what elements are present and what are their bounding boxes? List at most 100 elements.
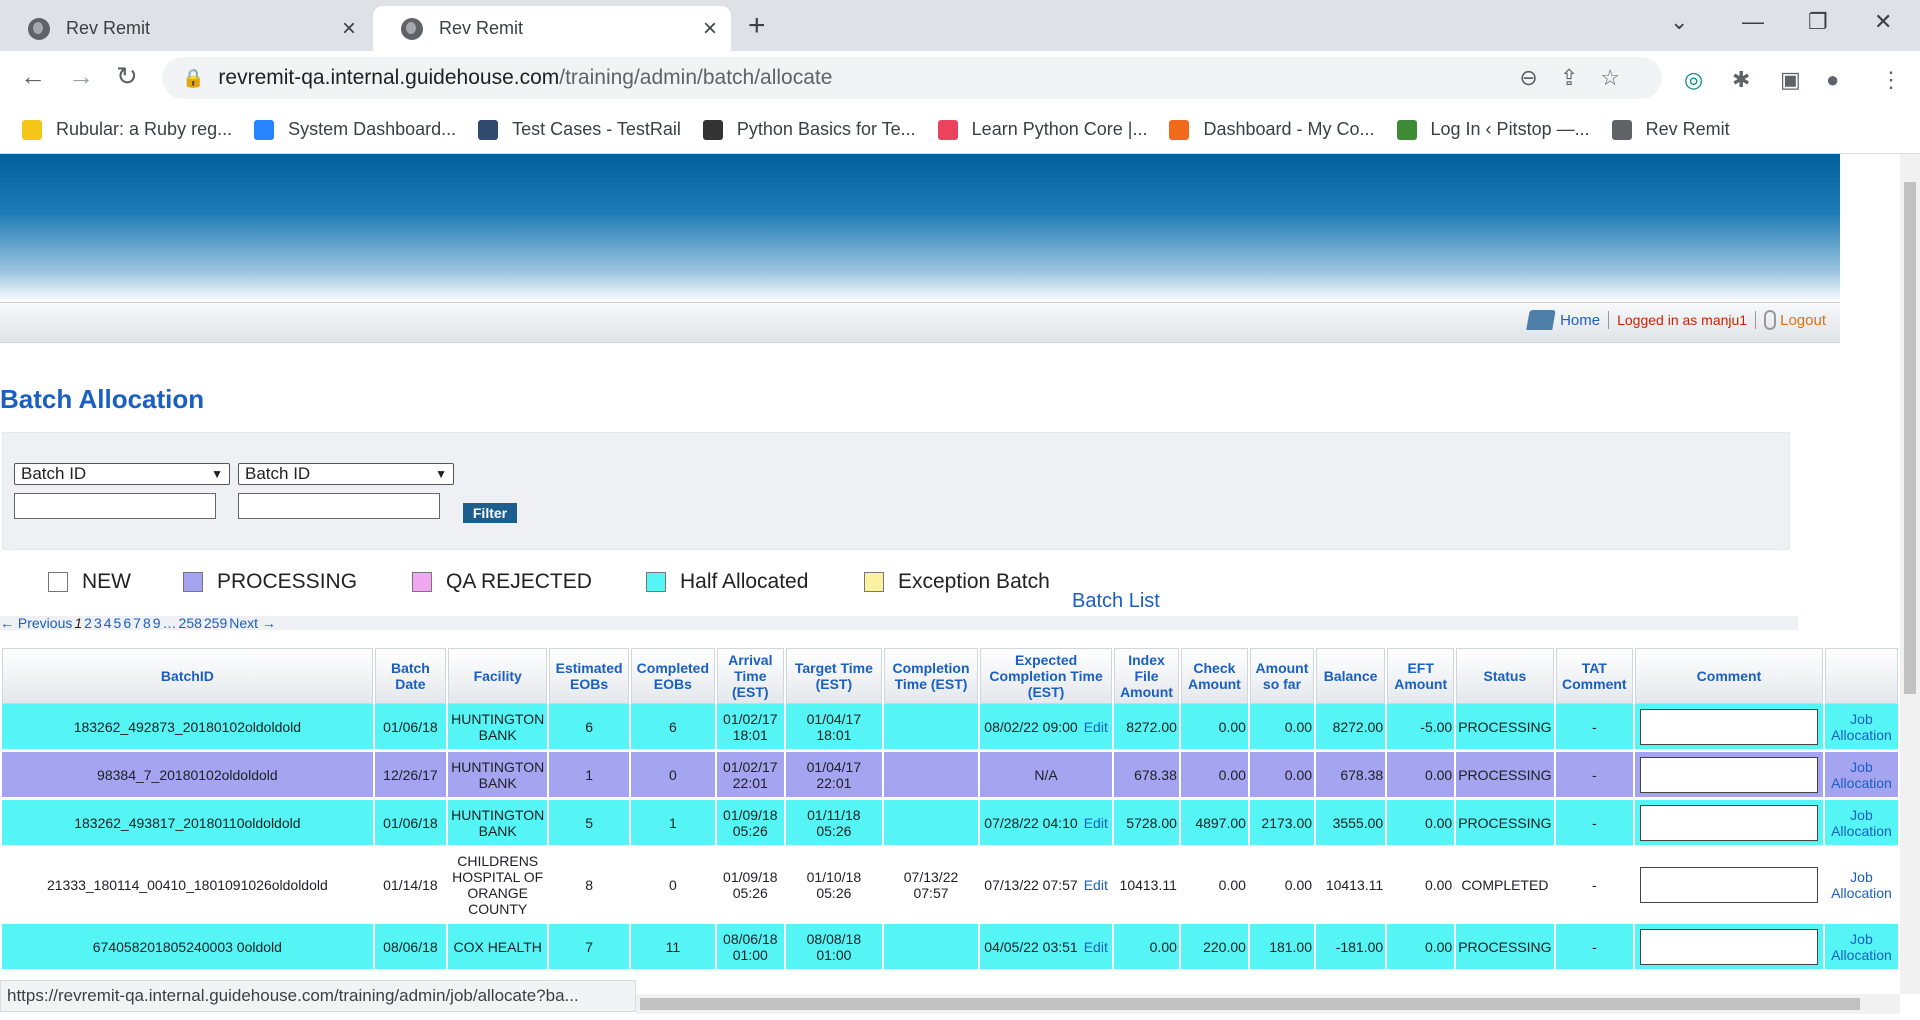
- globe-icon: [28, 17, 50, 40]
- bookmark-item[interactable]: Rubular: a Ruby reg...: [22, 119, 232, 140]
- job-allocation-link[interactable]: Job Allocation: [1824, 752, 1898, 800]
- page-link[interactable]: 3: [94, 615, 102, 631]
- browser-tab-bar: Rev Remit × Rev Remit × + ⌄ — ❐ ✕: [0, 0, 1920, 51]
- comment-cell: [1635, 924, 1823, 972]
- edit-link[interactable]: Edit: [1084, 815, 1108, 831]
- expected-time-value: 04/05/22 03:51: [984, 938, 1078, 955]
- eft-amount-cell: 0.00: [1387, 752, 1455, 800]
- page-title: Batch Allocation: [0, 384, 205, 414]
- status-bar-url: https://revremit-qa.internal.guidehouse.…: [0, 980, 636, 1012]
- job-allocation-link[interactable]: Job Allocation: [1824, 848, 1898, 924]
- minimize-icon[interactable]: —: [1742, 9, 1764, 35]
- table-row: 21333_180114_00410_1801091026oldoldold 01…: [2, 848, 1898, 924]
- page-link[interactable]: 8: [143, 615, 151, 631]
- bookmark-item[interactable]: Test Cases - TestRail: [478, 119, 681, 140]
- browser-tab[interactable]: Rev Remit ×: [0, 6, 370, 51]
- forward-icon[interactable]: →: [68, 61, 94, 92]
- comment-textarea[interactable]: [1639, 708, 1818, 745]
- bookmark-item[interactable]: Dashboard - My Co...: [1169, 119, 1375, 140]
- bookmark-item[interactable]: System Dashboard...: [254, 119, 456, 140]
- page-link[interactable]: 9: [153, 615, 161, 631]
- reload-icon[interactable]: ↻: [116, 61, 138, 92]
- next-link[interactable]: Next →: [229, 615, 276, 631]
- bookmark-item[interactable]: Rev Remit: [1611, 119, 1730, 140]
- edit-link[interactable]: Edit: [1084, 939, 1108, 955]
- horizontal-scrollbar[interactable]: [636, 994, 1900, 1014]
- page-link[interactable]: 4: [104, 615, 112, 631]
- completed-eobs-cell: 1: [630, 800, 715, 848]
- puzzle-icon[interactable]: ✱: [1732, 67, 1750, 93]
- bookmark-item[interactable]: Log In ‹ Pitstop —...: [1396, 119, 1590, 140]
- filter-input-2[interactable]: [238, 493, 440, 519]
- estimated-eobs-cell: 7: [549, 924, 629, 972]
- scroll-thumb[interactable]: [640, 998, 1860, 1010]
- check-amount-cell: 0.00: [1180, 704, 1248, 752]
- bookmark-icon: [22, 119, 42, 140]
- bookmark-label: Log In ‹ Pitstop —...: [1430, 119, 1590, 139]
- restore-icon[interactable]: ❐: [1808, 9, 1828, 35]
- tab-search-icon[interactable]: ⌄: [1670, 9, 1688, 35]
- nav-strip: Home Logged in as manju1 Logout: [0, 304, 1840, 343]
- back-icon[interactable]: ←: [20, 61, 46, 92]
- comment-textarea[interactable]: [1639, 928, 1818, 965]
- menu-icon[interactable]: ⋮: [1880, 67, 1902, 93]
- page-link[interactable]: 259: [204, 615, 227, 631]
- target-time-cell: 08/08/18 01:00: [785, 924, 883, 972]
- edit-link[interactable]: Edit: [1084, 719, 1108, 735]
- balance-cell: 3555.00: [1316, 800, 1386, 848]
- amount-so-far-cell: 0.00: [1249, 752, 1315, 800]
- extension-icon[interactable]: ◎: [1684, 67, 1703, 93]
- page-link[interactable]: 258: [179, 615, 202, 631]
- batch-table: BatchID Batch Date Facility Estimated EOBs C…: [0, 648, 1900, 972]
- filter-button[interactable]: Filter: [463, 503, 517, 523]
- comment-textarea[interactable]: [1639, 866, 1818, 903]
- filter-field-select-2[interactable]: Batch ID ▼: [238, 463, 454, 485]
- pagination: ← Previous 1 2 3 4 5 6 7 8 9… 258 259 Next →: [0, 616, 1798, 630]
- column-header: Arrival Time (EST): [716, 648, 784, 704]
- address-bar[interactable]: 🔒 revremit-qa.internal.guidehouse.com/tr…: [162, 57, 1662, 99]
- page-link[interactable]: 6: [123, 615, 131, 631]
- facility-cell: CHILDRENS HOSPITAL OF ORANGE COUNTY: [448, 848, 548, 924]
- profile-icon[interactable]: ●: [1826, 67, 1839, 93]
- vertical-scrollbar[interactable]: [1900, 154, 1920, 994]
- omnibox-actions[interactable]: ⊖⇪☆: [1519, 65, 1642, 91]
- batch-id-cell: 674058201805240003 0oldold: [2, 924, 373, 972]
- comment-textarea[interactable]: [1639, 804, 1818, 841]
- scroll-thumb[interactable]: [1904, 182, 1916, 694]
- close-tab-icon[interactable]: ×: [342, 15, 356, 43]
- comment-cell: [1635, 848, 1823, 924]
- job-allocation-link[interactable]: Job Allocation: [1824, 704, 1898, 752]
- filter-input-1[interactable]: [14, 493, 216, 519]
- page-link[interactable]: 5: [114, 615, 122, 631]
- bookmark-item[interactable]: Python Basics for Te...: [702, 119, 916, 140]
- comment-textarea[interactable]: [1639, 756, 1818, 793]
- legend-label: PROCESSING: [217, 570, 358, 593]
- side-panel-icon[interactable]: ▣: [1780, 67, 1801, 93]
- job-allocation-link[interactable]: Job Allocation: [1824, 924, 1898, 972]
- completion-time-cell: 07/13/22 07:57: [884, 848, 979, 924]
- batch-date-cell: 08/06/18: [374, 924, 447, 972]
- column-header: Completed EOBs: [630, 648, 715, 704]
- filter-field-select-1[interactable]: Batch ID ▼: [14, 463, 230, 485]
- previous-link[interactable]: ← Previous: [0, 615, 72, 631]
- page-link[interactable]: 7: [133, 615, 141, 631]
- bookmark-item[interactable]: Learn Python Core |...: [937, 119, 1147, 140]
- banner-divider: [0, 302, 1840, 303]
- new-tab-icon[interactable]: +: [748, 9, 766, 43]
- edit-link[interactable]: Edit: [1084, 877, 1108, 893]
- close-tab-icon[interactable]: ×: [703, 15, 717, 43]
- legend-item: Half Allocated: [646, 570, 808, 594]
- home-link[interactable]: Home: [1560, 312, 1600, 329]
- amount-so-far-cell: 181.00: [1249, 924, 1315, 972]
- browser-tab-active[interactable]: Rev Remit ×: [373, 6, 731, 51]
- balance-cell: 10413.11: [1316, 848, 1386, 924]
- column-header: EFT Amount: [1387, 648, 1455, 704]
- bookmark-label: Rubular: a Ruby reg...: [56, 119, 233, 139]
- close-window-icon[interactable]: ✕: [1874, 9, 1892, 35]
- logout-link[interactable]: Logout: [1780, 312, 1826, 329]
- completed-eobs-cell: 6: [630, 704, 715, 752]
- balance-cell: -181.00: [1316, 924, 1386, 972]
- page-link[interactable]: 2: [84, 615, 92, 631]
- job-allocation-link[interactable]: Job Allocation: [1824, 800, 1898, 848]
- bookmark-icon: [1611, 119, 1632, 140]
